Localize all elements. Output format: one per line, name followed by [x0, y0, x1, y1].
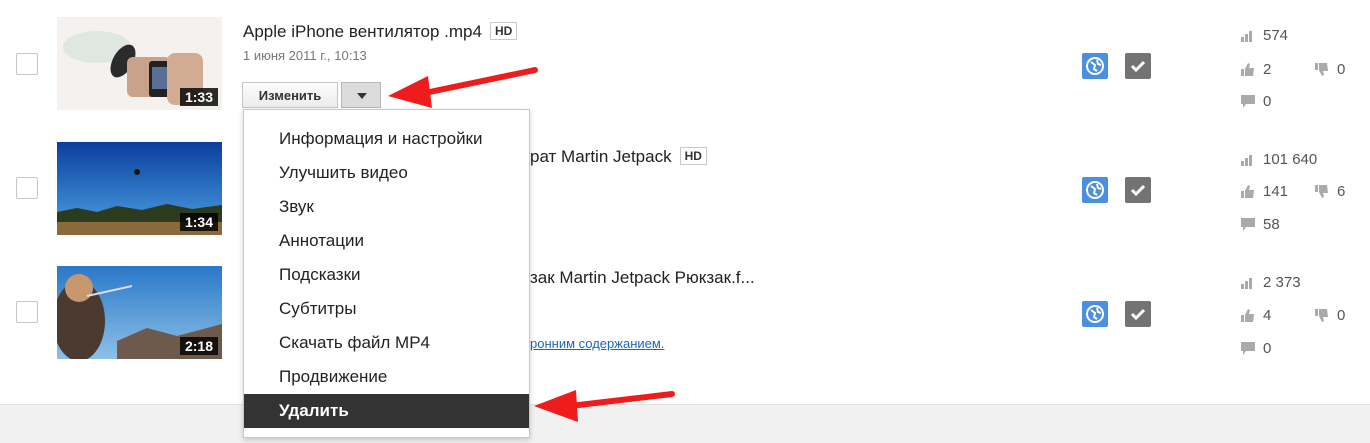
caret-down-icon — [357, 93, 367, 99]
content-link[interactable]: ронним содержанием. — [530, 336, 664, 351]
thumbs-down-icon — [1315, 63, 1328, 76]
menu-item-cards[interactable]: Подсказки — [244, 258, 529, 292]
comments-stat: 58 — [1241, 216, 1280, 233]
likes-stat: 141 — [1241, 183, 1288, 200]
likes-stat: 2 — [1241, 61, 1271, 78]
video-row: 1:33 Apple iPhone вентилятор .mp4 HD 1 ию… — [0, 0, 1370, 124]
video-title[interactable]: зак Martin Jetpack Рюкзак.f... — [530, 268, 755, 288]
views-count: 2 373 — [1263, 274, 1301, 291]
dislikes-count: 6 — [1337, 183, 1346, 200]
menu-item-audio[interactable]: Звук — [244, 190, 529, 224]
thumbs-up-icon — [1241, 63, 1254, 76]
comments-count: 0 — [1263, 93, 1272, 110]
views-stat: 101 640 — [1241, 151, 1317, 168]
menu-item-delete[interactable]: Удалить — [244, 394, 529, 428]
footer-band — [0, 404, 1370, 443]
comment-icon — [1241, 95, 1255, 108]
comment-icon — [1241, 218, 1255, 231]
globe-icon[interactable] — [1082, 177, 1108, 203]
menu-item-promotion[interactable]: Продвижение — [244, 360, 529, 394]
menu-item-download-mp4[interactable]: Скачать файл MP4 — [244, 326, 529, 360]
checkmark-icon — [1125, 301, 1151, 327]
video-title-text[interactable]: Apple iPhone вентилятор .mp4 — [243, 22, 482, 41]
video-select-checkbox[interactable] — [16, 177, 38, 199]
video-thumbnail[interactable]: 1:33 — [57, 17, 222, 110]
thumbs-down-icon — [1315, 309, 1328, 322]
dislikes-stat: 0 — [1315, 61, 1345, 78]
checkmark-icon — [1125, 177, 1151, 203]
annotation-arrow-dropdown — [388, 67, 538, 108]
hd-badge: HD — [679, 147, 707, 165]
menu-item-annotations[interactable]: Аннотации — [244, 224, 529, 258]
video-row: 2:18 зак Martin Jetpack Рюкзак.f... ронн… — [0, 248, 1370, 372]
thumbs-down-icon — [1315, 185, 1328, 198]
video-title[interactable]: Apple iPhone вентилятор .mp4 HD — [243, 22, 518, 42]
comments-count: 0 — [1263, 340, 1272, 357]
annotation-arrow-delete — [534, 390, 675, 422]
bar-chart-icon — [1241, 278, 1252, 289]
views-stat: 2 373 — [1241, 274, 1301, 291]
views-stat: 574 — [1241, 27, 1288, 44]
video-row: 1:34 рат Martin Jetpack HD 101 640 141 6 … — [0, 124, 1370, 248]
bar-chart-icon — [1241, 31, 1252, 42]
comments-count: 58 — [1263, 216, 1280, 233]
comment-icon — [1241, 342, 1255, 355]
video-date: 1 июня 2011 г., 10:13 — [243, 48, 367, 63]
video-duration: 1:33 — [179, 88, 218, 106]
globe-icon[interactable] — [1082, 301, 1108, 327]
video-title[interactable]: рат Martin Jetpack HD — [530, 147, 707, 167]
edit-button[interactable]: Изменить — [242, 82, 338, 108]
edit-dropdown-menu: Информация и настройки Улучшить видео Зв… — [243, 109, 530, 438]
video-duration: 1:34 — [179, 213, 218, 231]
video-select-checkbox[interactable] — [16, 53, 38, 75]
thumbs-up-icon — [1241, 185, 1254, 198]
video-title-text[interactable]: рат Martin Jetpack — [530, 147, 672, 166]
bar-chart-icon — [1241, 155, 1252, 166]
dislikes-stat: 6 — [1315, 183, 1345, 200]
video-thumbnail[interactable]: 2:18 — [57, 266, 222, 359]
comments-stat: 0 — [1241, 340, 1271, 357]
thumbs-up-icon — [1241, 309, 1254, 322]
likes-count: 141 — [1263, 183, 1289, 200]
dislikes-count: 0 — [1337, 307, 1346, 324]
menu-item-enhance-video[interactable]: Улучшить видео — [244, 156, 529, 190]
video-title-text[interactable]: зак Martin Jetpack Рюкзак.f... — [530, 268, 755, 287]
comments-stat: 0 — [1241, 93, 1271, 110]
views-count: 574 — [1263, 27, 1289, 44]
checkmark-icon — [1125, 53, 1151, 79]
likes-stat: 4 — [1241, 307, 1271, 324]
menu-item-info-settings[interactable]: Информация и настройки — [244, 122, 529, 156]
dislikes-stat: 0 — [1315, 307, 1345, 324]
hd-badge: HD — [489, 22, 518, 40]
views-count: 101 640 — [1263, 151, 1318, 168]
video-thumbnail[interactable]: 1:34 — [57, 142, 222, 235]
globe-icon[interactable] — [1082, 53, 1108, 79]
video-duration: 2:18 — [179, 337, 218, 355]
dislikes-count: 0 — [1337, 61, 1346, 78]
likes-count: 2 — [1263, 61, 1272, 78]
video-select-checkbox[interactable] — [16, 301, 38, 323]
edit-dropdown-button[interactable] — [341, 82, 381, 108]
menu-item-subtitles[interactable]: Субтитры — [244, 292, 529, 326]
likes-count: 4 — [1263, 307, 1272, 324]
